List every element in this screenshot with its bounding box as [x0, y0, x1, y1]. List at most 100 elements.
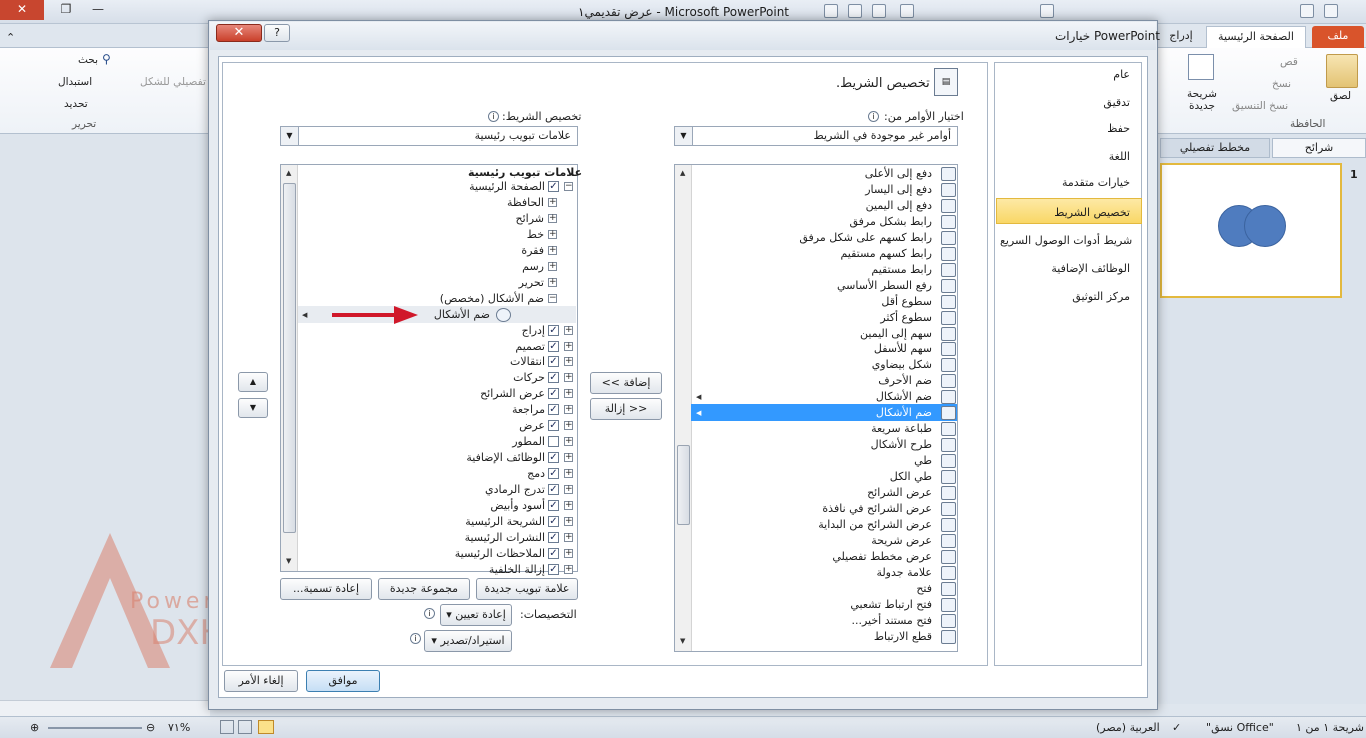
tree-item[interactable]: رسم — [300, 259, 544, 275]
expand-icon[interactable]: + — [548, 278, 557, 287]
command-item[interactable]: عرض الشرائح من البداية — [694, 517, 932, 533]
tab-checkbox[interactable]: ✓ — [548, 325, 559, 336]
command-item[interactable]: ضم الأشكال — [694, 405, 932, 421]
triangle-icon[interactable] — [848, 4, 862, 18]
info-icon[interactable]: i — [488, 111, 499, 122]
reset-dropdown-button[interactable]: إعادة تعيين ▾ — [440, 604, 512, 626]
horizontal-scrollbar[interactable] — [0, 700, 210, 716]
window-minimize-button[interactable]: — — [80, 0, 116, 20]
command-item[interactable]: ضم الأحرف — [694, 373, 932, 389]
scrollbar-thumb[interactable] — [283, 183, 296, 533]
tree-item[interactable]: المطور — [300, 434, 545, 450]
ribbon-collapse-icon[interactable]: ⌃ — [0, 28, 20, 50]
scroll-down-icon[interactable]: ▼ — [286, 557, 291, 565]
collapse-icon[interactable]: − — [564, 182, 573, 191]
tab-checkbox[interactable]: ✓ — [548, 516, 559, 527]
tree-item[interactable]: عرض — [300, 418, 545, 434]
expand-icon[interactable]: + — [564, 549, 573, 558]
category-item[interactable]: تخصيص الشريط — [1000, 206, 1130, 219]
expand-icon[interactable]: + — [564, 501, 573, 510]
copy-button[interactable]: نسخ — [1272, 78, 1291, 90]
tab-checkbox[interactable]: ✓ — [548, 532, 559, 543]
reading-view-icon[interactable] — [220, 720, 234, 734]
zoom-out-icon[interactable]: ⊖ — [146, 721, 155, 734]
command-item[interactable]: فتح مستند أخير... — [694, 613, 932, 629]
qat-icon[interactable] — [824, 4, 838, 18]
tree-item[interactable]: شرائح — [300, 211, 544, 227]
scroll-up-icon[interactable]: ▲ — [286, 169, 291, 177]
tree-item[interactable]: أسود وأبيض — [300, 498, 545, 514]
category-item[interactable]: عام — [1000, 68, 1130, 81]
tab-checkbox[interactable]: ✓ — [548, 388, 559, 399]
command-item[interactable]: رابط كسهم على شكل مرفق — [694, 230, 932, 246]
info-icon[interactable]: i — [410, 633, 421, 644]
tree-item[interactable]: تصميم — [300, 339, 545, 355]
info-icon[interactable]: i — [868, 111, 879, 122]
scroll-up-icon[interactable]: ▲ — [680, 169, 685, 177]
new-slide-icon[interactable] — [1188, 54, 1214, 80]
expand-icon[interactable]: + — [564, 342, 573, 351]
command-item[interactable]: رابط مستقيم — [694, 262, 932, 278]
command-item[interactable]: فتح ارتباط تشعبي — [694, 597, 932, 613]
info-icon[interactable]: i — [424, 608, 435, 619]
expand-icon[interactable]: + — [564, 405, 573, 414]
dialog-help-button[interactable]: ? — [264, 24, 290, 42]
shape-outline-button[interactable]: تفصيلي للشكل — [140, 76, 206, 88]
tree-item[interactable]: الحافظة — [300, 195, 544, 211]
command-item[interactable]: ضم الأشكال — [694, 389, 932, 405]
command-item[interactable]: رابط كسهم مستقيم — [694, 246, 932, 262]
command-item[interactable]: سهم للأسفل — [694, 341, 932, 357]
find-button[interactable]: بحث — [78, 54, 98, 66]
tree-item[interactable]: الشريحة الرئيسية — [300, 514, 545, 530]
shapes-icon[interactable] — [900, 4, 914, 18]
cancel-button[interactable]: إلغاء الأمر — [224, 670, 298, 692]
tab-checkbox[interactable] — [548, 436, 559, 447]
command-item[interactable]: سهم إلى اليمين — [694, 326, 932, 342]
tab-outline[interactable]: مخطط تفصيلي — [1160, 138, 1270, 158]
category-item[interactable]: خيارات متقدمة — [1000, 176, 1130, 189]
zoom-slider[interactable] — [48, 727, 142, 729]
expand-icon[interactable]: + — [564, 437, 573, 446]
tree-item[interactable]: عرض الشرائح — [300, 386, 545, 402]
tree-item[interactable]: دمج — [300, 466, 545, 482]
new-group-button[interactable]: مجموعة جديدة — [378, 578, 470, 600]
command-item[interactable]: شكل بيضاوي — [694, 357, 932, 373]
category-item[interactable]: الوظائف الإضافية — [1000, 262, 1130, 275]
tab-slides[interactable]: شرائح — [1272, 138, 1366, 158]
save-icon[interactable] — [1300, 4, 1314, 18]
expand-icon[interactable]: + — [564, 469, 573, 478]
slide-sorter-icon[interactable] — [238, 720, 252, 734]
add-button[interactable]: إضافة >> — [590, 372, 662, 394]
command-item[interactable]: طي — [694, 453, 932, 469]
command-item[interactable]: علامة جدولة — [694, 565, 932, 581]
collapse-icon[interactable]: − — [548, 294, 557, 303]
dialog-close-button[interactable]: ✕ — [216, 24, 262, 42]
tree-item[interactable]: خط — [300, 227, 544, 243]
tree-item[interactable]: انتقالات — [300, 354, 545, 370]
tree-item[interactable]: الملاحظات الرئيسية — [300, 546, 545, 562]
expand-icon[interactable]: + — [564, 357, 573, 366]
paste-icon[interactable] — [1326, 54, 1358, 88]
tree-item[interactable]: تدرج الرمادي — [300, 482, 545, 498]
spellcheck-icon[interactable]: ✓ — [1172, 721, 1181, 734]
tab-home[interactable]: الصفحة الرئيسية — [1206, 26, 1306, 48]
rename-button[interactable]: إعادة تسمية... — [280, 578, 372, 600]
command-item[interactable]: فتح — [694, 581, 932, 597]
normal-view-icon[interactable] — [258, 720, 274, 734]
window-restore-button[interactable]: ❐ — [48, 0, 84, 20]
command-item[interactable]: طرح الأشكال — [694, 437, 932, 453]
scrollbar-thumb[interactable] — [677, 445, 690, 525]
tab-file[interactable]: ملف — [1312, 26, 1364, 48]
category-item[interactable]: مركز التوثيق — [1000, 290, 1130, 303]
command-item[interactable]: سطوع أكثر — [694, 310, 932, 326]
command-item[interactable]: دفع إلى الأعلى — [694, 166, 932, 182]
move-down-button[interactable]: ▼ — [238, 398, 268, 418]
command-item[interactable]: عرض مخطط تفصيلي — [694, 549, 932, 565]
expand-icon[interactable]: + — [564, 533, 573, 542]
category-item[interactable]: اللغة — [1000, 150, 1130, 163]
expand-icon[interactable]: + — [564, 326, 573, 335]
expand-icon[interactable]: + — [548, 262, 557, 271]
expand-icon[interactable]: + — [548, 214, 557, 223]
tree-item[interactable]: حركات — [300, 370, 545, 386]
cut-button[interactable]: قص — [1280, 56, 1298, 68]
